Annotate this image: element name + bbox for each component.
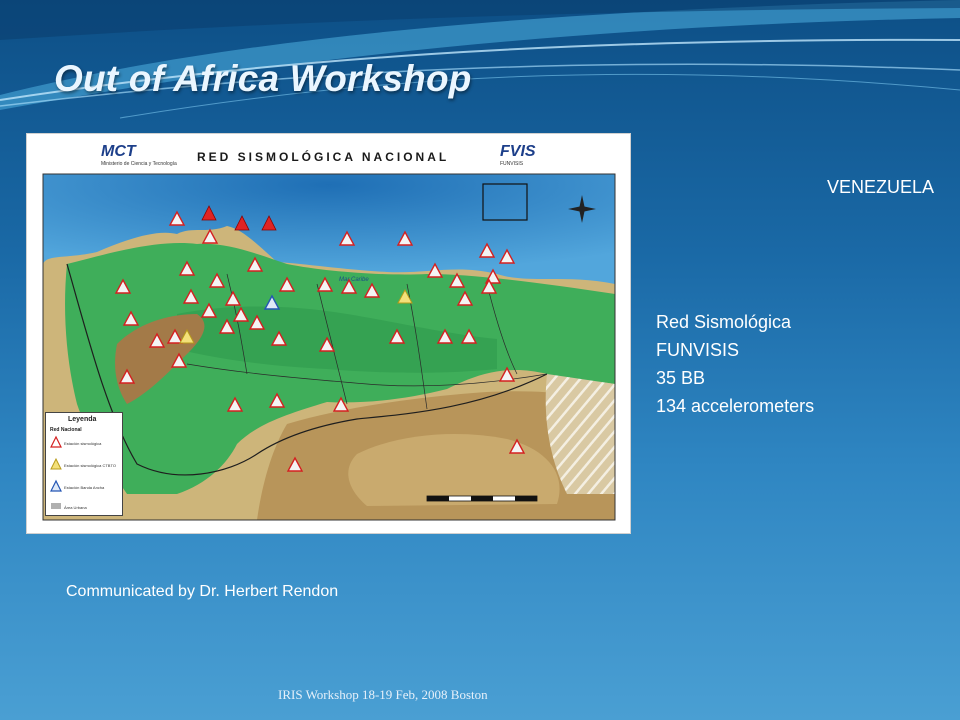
funvisis-logo-subtitle: FUNVISIS	[500, 161, 524, 167]
seismic-network-map: MCT Ministerio de Ciencia y Tecnología R…	[26, 133, 631, 534]
legend-symbols	[50, 435, 62, 509]
info-line-broadband: 35 BB	[656, 368, 706, 388]
slide-title: Out of Africa Workshop	[54, 58, 472, 99]
country-label: VENEZUELA	[826, 177, 934, 197]
network-info: Red Sismológica FUNVISIS 35 BB 134 accel…	[656, 308, 814, 420]
slide-footer: IRIS Workshop 18-19 Feb, 2008 Boston	[278, 687, 488, 702]
legend-item: Estación Banda Ancha	[64, 485, 105, 490]
info-line-agency: FUNVISIS	[656, 340, 740, 360]
sea-label: Mar Caribe	[339, 277, 369, 283]
legend-item: Estación sismológica	[64, 441, 102, 446]
credit-text: Communicated by Dr. Herbert Rendon	[66, 583, 339, 600]
map-header: RED SISMOLÓGICA NACIONAL	[197, 150, 450, 164]
legend-title: Leyenda	[68, 416, 97, 423]
info-line-accelerometers: 134 accelerometers	[656, 396, 815, 416]
info-line-network: Red Sismológica	[656, 312, 792, 332]
mct-logo-subtitle: Ministerio de Ciencia y Tecnología	[101, 161, 177, 167]
mct-logo: MCT	[101, 143, 136, 160]
legend-subtitle: Red Nacional	[50, 427, 82, 433]
funvisis-logo: FVIS	[500, 143, 536, 160]
legend-item: Estación sismológica CTBTO	[64, 463, 116, 468]
legend-item: Área Urbana	[64, 505, 87, 510]
map-legend: Leyenda Red Nacional Estación sismológic…	[45, 412, 123, 516]
